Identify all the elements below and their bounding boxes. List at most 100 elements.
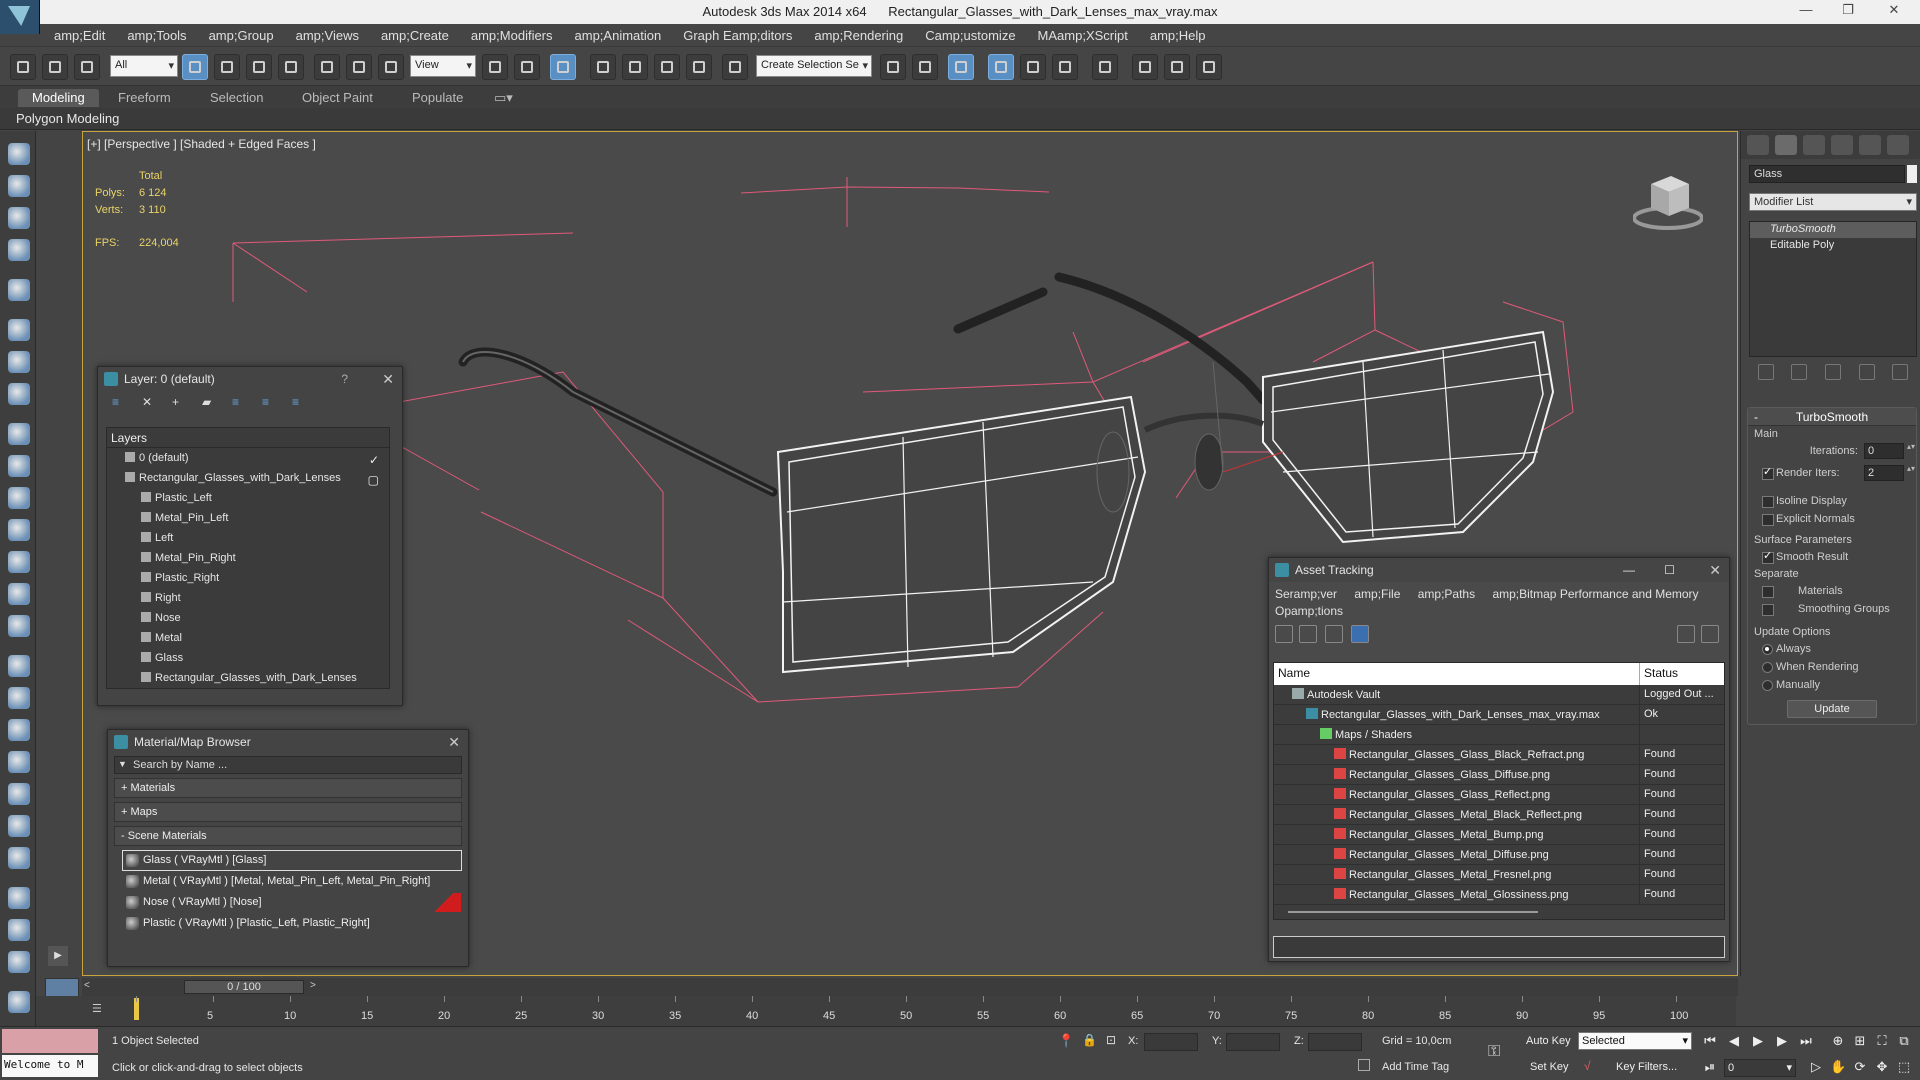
asset-row[interactable]: Rectangular_Glasses_Metal_Fresnel.png Fou… — [1274, 865, 1724, 885]
maximize-viewport-icon[interactable]: ⧉ — [1896, 1033, 1912, 1049]
layer-row[interactable]: Metal — [107, 628, 389, 648]
minimize-icon[interactable]: — — [1788, 2, 1824, 22]
layer-hide-all-icon[interactable]: ≡ — [262, 395, 280, 413]
next-frame-icon[interactable]: ▶ — [1774, 1033, 1790, 1049]
asset-row[interactable]: Rectangular_Glasses_Glass_Diffuse.png Fou… — [1274, 765, 1724, 785]
tool-sphere-icon[interactable] — [8, 487, 30, 509]
list-view-icon[interactable] — [1299, 625, 1317, 643]
object-name-field[interactable]: Glass — [1749, 165, 1905, 183]
spinner-snap-icon[interactable] — [686, 54, 712, 80]
turbosmooth-rollout-title[interactable]: TurboSmooth — [1748, 408, 1916, 426]
material-item-glass[interactable]: Glass ( VRayMtl ) [Glass] — [122, 850, 462, 871]
asset-menu-options[interactable]: Opamp;tions — [1275, 604, 1343, 618]
current-layer-checkbox[interactable]: ▢ — [368, 470, 379, 488]
tool-paint-icon[interactable] — [8, 279, 30, 301]
asset-row[interactable]: Autodesk Vault Logged Out ... — [1274, 685, 1724, 705]
close-icon[interactable]: ✕ — [448, 730, 460, 754]
select-object-icon[interactable] — [182, 54, 208, 80]
material-editor-icon[interactable] — [1092, 54, 1118, 80]
menu-group[interactable]: amp;Group — [209, 28, 274, 43]
field-of-view-icon[interactable]: ▷ — [1808, 1059, 1824, 1075]
maximize-toggle-icon[interactable]: ⬚ — [1896, 1059, 1912, 1075]
display-tab-icon[interactable] — [1859, 135, 1881, 155]
tab-populate[interactable]: Populate — [398, 89, 477, 107]
named-selection-set-select[interactable]: Create Selection Se — [756, 55, 872, 77]
bind-space-warp-icon[interactable] — [74, 54, 100, 80]
refresh-icon[interactable] — [1275, 625, 1293, 643]
key-mode-icon[interactable]: ⏯ — [1702, 1059, 1718, 1075]
snaps-toggle-icon[interactable] — [590, 54, 616, 80]
tool-particles-icon[interactable] — [8, 655, 30, 677]
time-slider[interactable]: 0 / 100 — [184, 980, 304, 994]
zoom-extents-icon[interactable]: ⛶ — [1874, 1033, 1890, 1049]
close-icon[interactable]: ✕ — [382, 367, 394, 391]
asset-tracking-title-bar[interactable]: Asset Tracking — ☐ ✕ — [1269, 558, 1729, 582]
maximize-icon[interactable]: ☐ — [1664, 558, 1675, 582]
layer-row[interactable]: Metal_Pin_Left — [107, 508, 389, 528]
settings-icon[interactable] — [1701, 625, 1719, 643]
graphite-ribbon-icon[interactable] — [988, 54, 1014, 80]
mirror-icon[interactable] — [880, 54, 906, 80]
reference-coordinate-select[interactable]: View — [410, 55, 476, 77]
tool-plant-icon[interactable] — [8, 783, 30, 805]
when-rendering-radio[interactable]: When Rendering — [1748, 658, 1916, 676]
zoom-icon[interactable]: ⊕ — [1830, 1033, 1846, 1049]
tool-hair-icon[interactable] — [8, 815, 30, 837]
menu-animation[interactable]: amp;Animation — [575, 28, 662, 43]
select-by-name-icon[interactable] — [214, 54, 240, 80]
keyboard-shortcut-override-icon[interactable] — [550, 54, 576, 80]
current-frame-field[interactable]: 0 — [1724, 1059, 1796, 1077]
category-scene-materials[interactable]: - Scene Materials — [114, 826, 462, 846]
tool-monitor-icon[interactable] — [8, 951, 30, 973]
angle-snap-icon[interactable] — [622, 54, 648, 80]
menu-create[interactable]: amp;Create — [381, 28, 449, 43]
layer-row[interactable]: Plastic_Left — [107, 488, 389, 508]
tool-box-icon[interactable] — [8, 423, 30, 445]
set-key-button[interactable]: Set Key — [1526, 1057, 1573, 1077]
render-setup-icon[interactable] — [1132, 54, 1158, 80]
tool-dome-icon[interactable] — [8, 519, 30, 541]
render-production-icon[interactable] — [1196, 54, 1222, 80]
tool-teapot-icon[interactable] — [8, 143, 30, 165]
layer-row[interactable]: Metal_Pin_Right — [107, 548, 389, 568]
menu-edit[interactable]: amp;Edit — [54, 28, 105, 43]
layer-highlight-icon[interactable]: ≡ — [232, 395, 250, 413]
layer-row[interactable]: 0 (default) ✓ — [107, 448, 389, 468]
walkthrough-icon[interactable]: ✥ — [1874, 1059, 1890, 1075]
layer-manager-icon[interactable] — [948, 54, 974, 80]
asset-row[interactable]: Maps / Shaders — [1274, 725, 1724, 745]
menu-rendering[interactable]: amp;Rendering — [814, 28, 903, 43]
key-filters-button[interactable]: Key Filters... — [1612, 1057, 1681, 1077]
layer-add-icon[interactable]: + — [172, 395, 190, 413]
category-materials[interactable]: + Materials — [114, 778, 462, 798]
object-color-swatch[interactable] — [1907, 165, 1917, 183]
viewport-label[interactable]: [+] [Perspective ] [Shaded + Edged Faces… — [87, 137, 316, 151]
utilities-tab-icon[interactable] — [1887, 135, 1909, 155]
scale-icon[interactable] — [378, 54, 404, 80]
render-iters-checkbox[interactable]: Render Iters: 2 — [1748, 464, 1916, 486]
configure-sets-icon[interactable] — [1892, 364, 1909, 380]
smoothing-groups-checkbox[interactable]: Smoothing Groups — [1748, 600, 1916, 618]
tool-cloth-icon[interactable] — [8, 847, 30, 869]
material-browser-title-bar[interactable]: Material/Map Browser ✕ — [108, 730, 468, 754]
track-bar-menu-icon[interactable]: ☰ — [92, 1002, 112, 1018]
z-coordinate-field[interactable] — [1308, 1033, 1362, 1051]
layer-row[interactable]: Rectangular_Glasses_with_Dark_Lenses ▢ — [107, 468, 389, 488]
tool-book-icon[interactable] — [8, 207, 30, 229]
menu-modifiers[interactable]: amp;Modifiers — [471, 28, 553, 43]
grid-view-icon[interactable] — [1351, 625, 1369, 643]
table-view-icon[interactable] — [1325, 625, 1343, 643]
render-iters-spinner[interactable]: 2 — [1864, 465, 1915, 481]
remove-modifier-icon[interactable] — [1858, 364, 1875, 380]
current-layer-checkbox[interactable]: ✓ — [369, 450, 379, 468]
material-item-nose[interactable]: Nose ( VRayMtl ) [Nose] — [122, 892, 462, 913]
tool-hemisphere-icon[interactable] — [8, 455, 30, 477]
create-tab-icon[interactable] — [1747, 135, 1769, 155]
tool-grid-icon[interactable] — [8, 239, 30, 261]
window-crossing-icon[interactable] — [278, 54, 304, 80]
tool-shield-icon[interactable] — [8, 351, 30, 373]
maxscript-listener-output[interactable] — [2, 1029, 98, 1053]
layer-new-icon[interactable]: ≡ — [112, 395, 130, 413]
tool-projector-icon[interactable] — [8, 383, 30, 405]
layer-row[interactable]: Right — [107, 588, 389, 608]
